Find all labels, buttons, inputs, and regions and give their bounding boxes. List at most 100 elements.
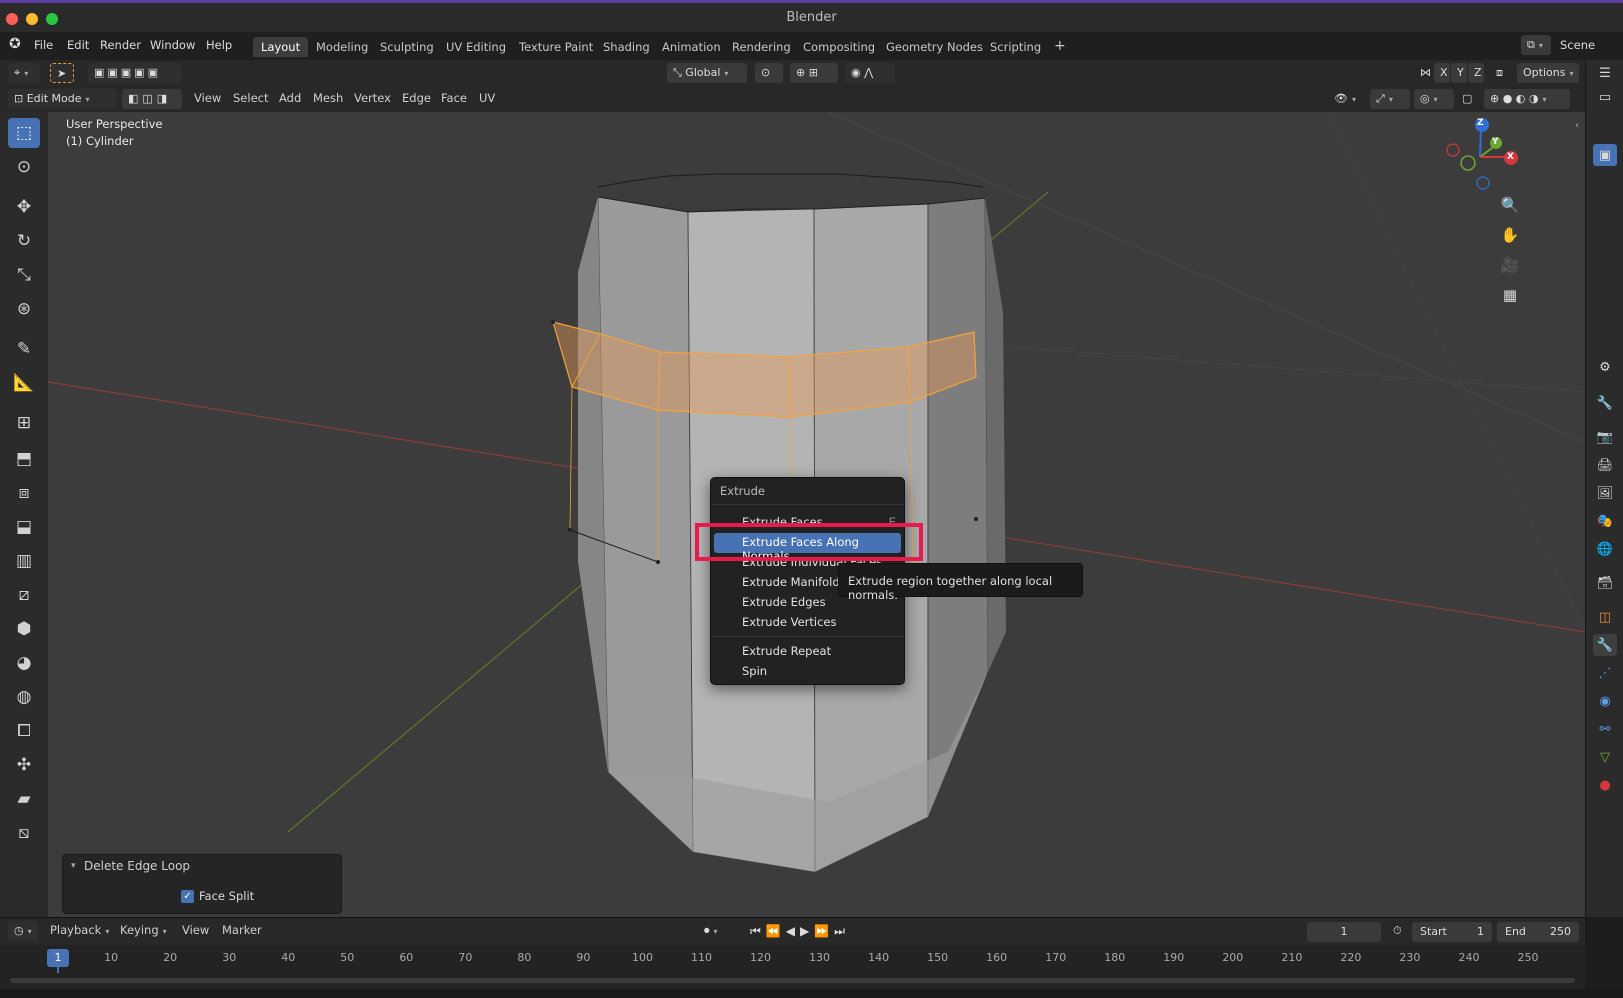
tab-texture-paint[interactable]: Texture Paint [511,37,601,57]
axis-z-toggle[interactable]: Z [1468,63,1484,83]
add-workspace-button[interactable]: + [1046,35,1074,55]
properties-editor-icon[interactable]: ⚙ [1593,356,1617,378]
material-properties-icon[interactable]: ● [1593,774,1617,796]
blender-logo-icon[interactable]: ✪ [9,36,21,52]
selection-mode-icons[interactable]: ▣▣▣▣▣ [88,63,182,83]
autokey-record-icon[interactable]: ⏺ ▾ [698,921,736,941]
mode-dropdown[interactable]: ⊡ Edit Mode ▾ [8,89,116,109]
snap-icon[interactable]: ⊕ ⊞ [790,63,838,83]
bevel-tool-icon[interactable]: ⬓ [8,512,40,542]
zoom-icon[interactable]: 🔍 [1498,196,1522,220]
camera-icon[interactable]: 🎥 [1498,256,1522,280]
editor-type-icon[interactable]: ⌖ ▾ [8,63,40,83]
timeline-menu-marker[interactable]: Marker [222,923,262,937]
shear-tool-icon[interactable]: ▰ [8,784,40,814]
tab-layout[interactable]: Layout [253,37,309,57]
view-layer-properties-icon[interactable]: 🖼 [1593,482,1617,504]
header-menu-select[interactable]: Select [233,91,268,105]
rip-region-tool-icon[interactable]: ⧅ [8,818,40,848]
tab-geometry-nodes[interactable]: Geometry Nodes [878,37,991,57]
particles-properties-icon[interactable]: ⋰ [1593,662,1617,684]
move-tool-icon[interactable]: ✥ [8,192,40,222]
transform-orientation-dropdown[interactable]: ⤡ Global ▾ [667,63,747,83]
header-menu-face[interactable]: Face [441,91,467,105]
header-menu-vertex[interactable]: Vertex [354,91,391,105]
collection-properties-icon[interactable]: 🗃 [1593,572,1617,594]
gizmo-y-label[interactable]: Y [1492,137,1499,147]
spin-tool-icon[interactable]: ◕ [8,648,40,678]
physics-properties-icon[interactable]: ◉ [1593,690,1617,712]
proportional-edit-icon[interactable]: ◉ ⋀ [845,63,895,83]
face-split-checkbox[interactable]: ✓ [181,890,194,903]
scale-tool-icon[interactable]: ⤡ [8,260,40,290]
constraints-properties-icon[interactable]: ⚯ [1593,718,1617,740]
header-menu-edge[interactable]: Edge [402,91,431,105]
transform-tool-icon[interactable]: ⊛ [8,294,40,324]
timeline-scrollbar[interactable] [10,978,1575,983]
last-operator-title[interactable]: Delete Edge Loop [84,859,190,873]
timeline-body[interactable] [0,973,1585,989]
pan-hand-icon[interactable]: ✋ [1498,226,1522,250]
scene-selector-icon[interactable]: ⧉ ▾ [1521,35,1551,55]
outliner-filter-icon[interactable]: ▭ [1593,86,1617,108]
measure-tool-icon[interactable]: 📐 [8,368,40,398]
header-menu-mesh[interactable]: Mesh [313,91,343,105]
output-properties-icon[interactable]: 🖨 [1593,454,1617,476]
tab-uv-editing[interactable]: UV Editing [438,37,514,57]
collapse-triangle-icon[interactable]: ▾ [71,861,76,871]
axis-x-toggle[interactable]: X [1434,63,1450,83]
mirror-icon[interactable]: ⋈ [1414,63,1432,83]
tab-scripting[interactable]: Scripting [982,37,1049,57]
menu-edit[interactable]: Edit [67,38,89,52]
tab-sculpting[interactable]: Sculpting [372,37,442,57]
gizmo-z-label[interactable]: Z [1477,118,1484,128]
xray-toggle-icon[interactable]: ▢ [1456,89,1478,109]
shrink-fatten-tool-icon[interactable]: ✣ [8,750,40,780]
extrude-region-tool-icon[interactable]: ⬒ [8,444,40,474]
outliner-selected-item-icon[interactable]: ▣ [1593,144,1617,166]
timeline-menu-view[interactable]: View [182,923,209,937]
axis-y-toggle[interactable]: Y [1451,63,1467,83]
start-frame-field[interactable]: Start 1 [1412,922,1492,942]
timeline-menu-keying[interactable]: Keying ▾ [120,923,167,937]
inset-faces-tool-icon[interactable]: ⧈ [8,478,40,508]
menu-item-spin[interactable]: Spin [711,662,904,682]
timeline-editor-type-icon[interactable]: ◷ ▾ [8,921,38,941]
menu-file[interactable]: File [34,38,53,52]
outliner-editor-icon[interactable]: ☰ [1593,62,1617,84]
timeline-ruler[interactable]: 1 10 20 30 40 50 60 70 80 90 100 110 120 130 140 150 160… [0,945,1585,973]
render-properties-icon[interactable]: 📷 [1593,426,1617,448]
tab-animation[interactable]: Animation [654,37,729,57]
shading-mode-icons[interactable]: ⊕ ● ◐ ◑ ▾ [1484,89,1570,109]
header-menu-uv[interactable]: UV [479,91,495,105]
options-dropdown[interactable]: Options ▾ [1517,63,1579,83]
select-tool-icon[interactable]: ➤ [50,63,74,83]
tool-properties-icon[interactable]: 🔧 [1593,392,1617,414]
pivot-point-icon[interactable]: ⊙ [755,63,783,83]
tab-compositing[interactable]: Compositing [795,37,883,57]
cursor-tool-icon[interactable]: ⊙ [8,152,40,182]
poly-build-tool-icon[interactable]: ⬢ [8,614,40,644]
tab-shading[interactable]: Shading [595,37,658,57]
loop-cut-tool-icon[interactable]: ▥ [8,546,40,576]
annotate-tool-icon[interactable]: ✎ [8,334,40,364]
edge-slide-tool-icon[interactable]: ⧠ [8,716,40,746]
auto-merge-icon[interactable]: ⧈ [1490,63,1510,83]
data-properties-icon[interactable]: ▽ [1593,746,1617,768]
sidebar-toggle-chevron-icon[interactable]: ‹ [1575,120,1579,131]
ortho-grid-icon[interactable]: ▦ [1498,286,1522,310]
select-box-tool-icon[interactable]: ⬚ [8,118,40,148]
add-cube-tool-icon[interactable]: ⊞ [8,408,40,438]
gizmo-toggle-icon[interactable]: ⤢ ▾ [1370,89,1410,109]
modifier-properties-icon[interactable]: 🔧 [1593,634,1617,656]
gizmo-x-label[interactable]: X [1507,152,1514,162]
vertex-edge-face-toggle[interactable]: ◧◫◨ [122,89,182,109]
header-menu-view[interactable]: View [194,91,221,105]
rotate-tool-icon[interactable]: ↻ [8,226,40,256]
scene-name[interactable]: Scene [1560,38,1595,52]
object-properties-icon[interactable]: ◫ [1593,606,1617,628]
menu-item-extrude-vertices[interactable]: Extrude Vertices [711,613,904,633]
visibility-icon[interactable]: 👁 ▾ [1328,89,1362,109]
overlay-toggle-icon[interactable]: ◎ ▾ [1414,89,1454,109]
preview-range-clock-icon[interactable]: ⏱ [1387,921,1407,941]
